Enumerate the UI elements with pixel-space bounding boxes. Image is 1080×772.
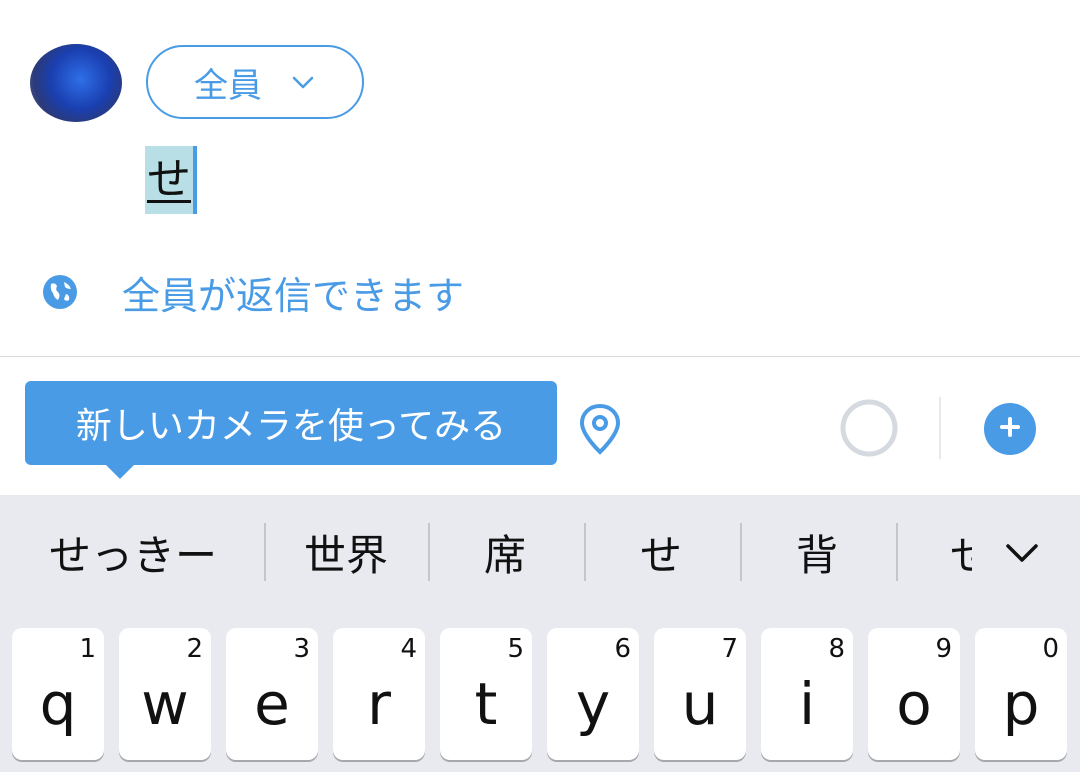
key-e[interactable]: 3 e [226, 628, 318, 760]
location-pin-icon[interactable] [578, 403, 622, 455]
candidate-item[interactable]: せ [602, 517, 720, 587]
candidate-separator [896, 523, 898, 581]
key-number: 3 [293, 634, 310, 664]
candidate-separator [584, 523, 586, 581]
key-r[interactable]: 4 r [333, 628, 425, 760]
toolbar-separator [939, 397, 941, 459]
candidate-separator [264, 523, 266, 581]
key-letter: o [896, 670, 932, 738]
candidate-item[interactable]: せっきー [26, 517, 240, 587]
add-tweet-button[interactable] [984, 403, 1036, 455]
key-number: 5 [507, 634, 524, 664]
progress-ring-icon [838, 397, 900, 459]
key-letter: r [367, 670, 391, 738]
audience-button[interactable]: 全員 [146, 45, 364, 119]
key-o[interactable]: 9 o [868, 628, 960, 760]
key-y[interactable]: 6 y [547, 628, 639, 760]
tooltip-pointer [106, 465, 134, 479]
composing-text: せ [145, 146, 193, 214]
key-letter: u [681, 670, 719, 738]
text-cursor [193, 146, 197, 214]
key-number: 9 [935, 634, 952, 664]
key-u[interactable]: 7 u [654, 628, 746, 760]
key-number: 0 [1042, 634, 1059, 664]
key-number: 6 [614, 634, 631, 664]
candidate-bar: せっきー 世界 席 せ 背 せ [0, 495, 1080, 613]
key-letter: y [575, 670, 611, 738]
key-i[interactable]: 8 i [761, 628, 853, 760]
key-letter: p [1002, 670, 1040, 738]
key-number: 4 [400, 634, 417, 664]
candidate-separator [740, 523, 742, 581]
chevron-down-icon [290, 69, 316, 95]
candidate-item[interactable]: 世界 [284, 517, 408, 587]
reply-settings-button[interactable]: 全員が返信できます [42, 266, 464, 318]
chevron-down-icon[interactable] [1000, 531, 1044, 575]
key-q[interactable]: 1 q [12, 628, 104, 760]
key-number: 2 [186, 634, 203, 664]
key-number: 7 [721, 634, 738, 664]
candidate-item[interactable]: 席 [446, 517, 564, 587]
key-letter: i [798, 670, 816, 738]
candidate-item[interactable]: 背 [758, 517, 876, 587]
avatar[interactable] [30, 44, 122, 122]
key-letter: t [474, 670, 498, 738]
candidate-separator [428, 523, 430, 581]
keyboard-row-qwerty: 1 q 2 w 3 e 4 r 5 t 6 y 7 u 8 i 9 o 0 p [0, 628, 1080, 760]
key-p[interactable]: 0 p [975, 628, 1067, 760]
audience-label: 全員 [194, 65, 262, 106]
key-letter: e [254, 670, 290, 738]
key-w[interactable]: 2 w [119, 628, 211, 760]
new-camera-tooltip[interactable]: 新しいカメラを使ってみる [25, 381, 557, 465]
keyboard: せっきー 世界 席 せ 背 せ 1 q 2 w 3 e 4 r 5 t 6 y … [0, 495, 1080, 772]
candidate-item[interactable]: せ [950, 517, 972, 587]
reply-setting-label: 全員が返信できます [122, 273, 465, 318]
compose-toolbar: 新しいカメラを使ってみる [0, 357, 1080, 495]
key-t[interactable]: 5 t [440, 628, 532, 760]
key-number: 1 [79, 634, 96, 664]
tooltip-text: 新しいカメラを使ってみる [75, 406, 507, 447]
key-number: 8 [828, 634, 845, 664]
key-letter: q [39, 670, 77, 738]
compose-text-input[interactable]: せ [145, 146, 197, 214]
plus-icon [998, 415, 1022, 443]
key-letter: w [141, 670, 189, 738]
globe-icon [42, 274, 78, 310]
